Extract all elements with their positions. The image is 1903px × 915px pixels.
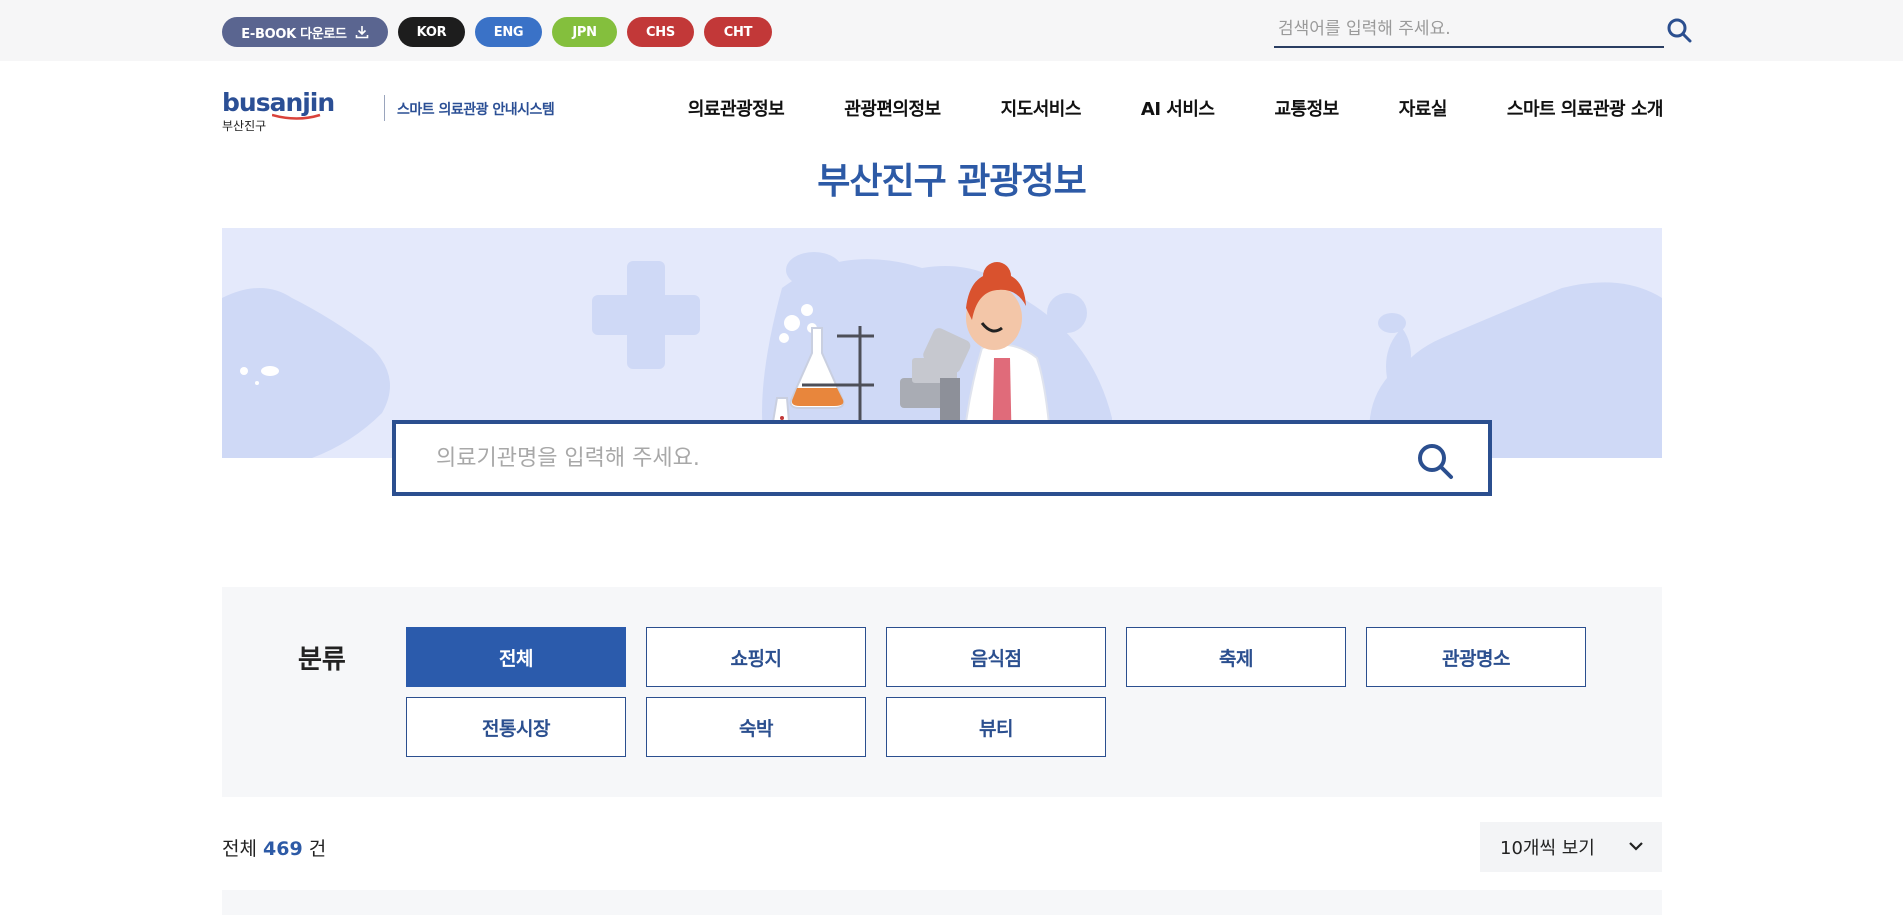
top-search-input[interactable] [1274, 14, 1622, 44]
top-search-button[interactable] [1666, 17, 1692, 47]
result-count: 전체 469 건 [222, 834, 326, 861]
nav-archive[interactable]: 자료실 [1399, 95, 1448, 121]
category-filter: 분류 전체 쇼핑지 음식점 축제 관광명소 전통시장 숙박 뷰티 [222, 587, 1662, 797]
language-selector: E-BOOK 다운로드 KOR ENG JPN CHS CHT [222, 17, 772, 47]
search-icon [1667, 18, 1692, 43]
nav-tourism-convenience[interactable]: 관광편의정보 [844, 95, 941, 121]
nav-transport[interactable]: 교통정보 [1274, 95, 1339, 121]
category-festival[interactable]: 축제 [1126, 627, 1346, 687]
category-shopping[interactable]: 쇼핑지 [646, 627, 866, 687]
download-icon [355, 26, 369, 39]
facility-search-button[interactable] [1416, 442, 1454, 484]
nav-about[interactable]: 스마트 의료관광 소개 [1507, 95, 1664, 121]
category-attractions[interactable]: 관광명소 [1366, 627, 1586, 687]
page-title: 부산진구 관광정보 [817, 161, 1087, 202]
site-logo[interactable]: busanjin 부산진구 스마트 의료관광 안내시스템 [222, 89, 555, 134]
result-count-number: 469 [263, 838, 303, 860]
logo-mark: busanjin 부산진구 [222, 89, 372, 134]
per-page-select[interactable]: 10개씩 보기 [1480, 822, 1662, 872]
ebook-download-button[interactable]: E-BOOK 다운로드 [222, 17, 388, 47]
chevron-down-icon [1629, 842, 1643, 851]
logo-subtitle: 부산진구 [222, 119, 267, 133]
per-page-value: 10개씩 보기 [1500, 838, 1595, 859]
facility-search-box [392, 420, 1492, 496]
search-icon [1418, 444, 1453, 479]
logo-tagline: 스마트 의료관광 안내시스템 [397, 102, 555, 118]
category-all[interactable]: 전체 [406, 627, 626, 687]
nav-ai-service[interactable]: AI 서비스 [1141, 95, 1215, 121]
lang-chs-button[interactable]: CHS [627, 17, 694, 47]
nav-map-service[interactable]: 지도서비스 [1001, 95, 1082, 121]
facility-search-input[interactable] [396, 424, 1396, 492]
lang-eng-button[interactable]: ENG [475, 17, 542, 47]
top-utility-bar: E-BOOK 다운로드 KOR ENG JPN CHS CHT [0, 0, 1903, 61]
nav-medical-tourism[interactable]: 의료관광정보 [688, 95, 785, 121]
lang-jpn-button[interactable]: JPN [552, 17, 617, 47]
category-lodging[interactable]: 숙박 [646, 697, 866, 757]
result-count-prefix: 전체 [222, 838, 257, 860]
result-count-suffix: 건 [308, 838, 327, 860]
site-header: busanjin 부산진구 스마트 의료관광 안내시스템 의료관광정보 관광편의… [0, 61, 1903, 156]
lang-kor-button[interactable]: KOR [398, 17, 465, 47]
logo-divider [384, 95, 385, 121]
top-search-box [1274, 14, 1692, 48]
lang-cht-button[interactable]: CHT [704, 17, 772, 47]
filter-label: 분류 [298, 645, 346, 675]
ebook-download-label: E-BOOK 다운로드 [241, 26, 347, 42]
main-navigation: 의료관광정보 관광편의정보 지도서비스 AI 서비스 교통정보 자료실 스마트 … [688, 95, 1664, 121]
results-list-area [222, 890, 1662, 915]
category-traditional-market[interactable]: 전통시장 [406, 697, 626, 757]
category-beauty[interactable]: 뷰티 [886, 697, 1106, 757]
category-restaurant[interactable]: 음식점 [886, 627, 1106, 687]
